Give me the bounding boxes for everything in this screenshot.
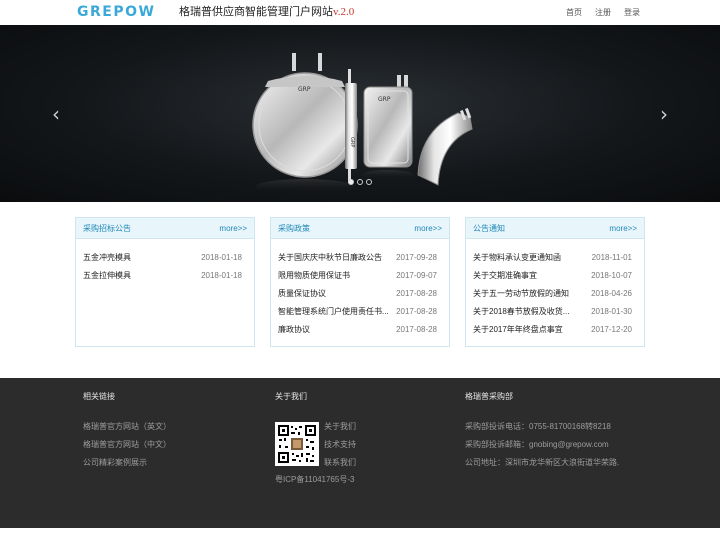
qr-code-icon: [275, 422, 319, 466]
list-item[interactable]: 智能管理系统门户使用责任书... 2017-08-28: [278, 303, 437, 321]
list-item[interactable]: 限用物质使用保证书 2017-09-07: [278, 267, 437, 285]
panel-title: 公告通知: [473, 224, 505, 233]
panel-title: 采购政策: [278, 224, 310, 233]
item-title[interactable]: 关于五一劳动节放假的通知: [473, 289, 569, 299]
footer-about-heading: 关于我们: [275, 392, 307, 401]
footer-link-cases[interactable]: 公司精彩案例展示: [83, 458, 147, 468]
list-item[interactable]: 廉政协议 2017-08-28: [278, 321, 437, 339]
item-title[interactable]: 关于2018春节放假及收货...: [473, 307, 569, 317]
panel-title: 采购招标公告: [83, 224, 131, 233]
more-link[interactable]: more>>: [609, 224, 637, 234]
list-item[interactable]: 关于五一劳动节放假的通知 2018-04-26: [473, 285, 632, 303]
panel-procurement-tenders: 采购招标公告 more>> 五金冲壳模具 2018-01-18 五金拉伸模具 2…: [75, 217, 255, 347]
item-date: 2017-08-28: [396, 307, 437, 316]
item-date: 2018-01-30: [591, 307, 632, 316]
item-title[interactable]: 质量保证协议: [278, 289, 326, 299]
panel-list: 关于物料承认变更通知函 2018-11-01 关于交期准确事宜 2018-10-…: [473, 249, 632, 339]
flat-battery-shape: GRP: [345, 69, 357, 183]
footer-contact-link[interactable]: 联系我们: [324, 458, 356, 468]
battery-label-3: GRP: [378, 96, 391, 103]
item-date: 2018-01-18: [201, 271, 242, 280]
footer-link-official-en[interactable]: 格瑞普官方网站（英文）: [83, 422, 171, 432]
curved-battery-shape: [417, 107, 473, 186]
more-link[interactable]: more>>: [414, 224, 442, 234]
carousel-dot[interactable]: [366, 179, 372, 185]
item-title[interactable]: 智能管理系统门户使用责任书...: [278, 307, 389, 317]
item-date: 2018-11-01: [591, 253, 632, 262]
footer-links-heading: 相关链接: [83, 392, 115, 401]
list-item[interactable]: 五金冲壳模具 2018-01-18: [83, 249, 242, 267]
site-footer: 相关链接 格瑞普官方网站（英文） 格瑞普官方网站（中文） 公司精彩案例展示 关于…: [0, 378, 720, 528]
item-title[interactable]: 关于交期准确事宜: [473, 271, 537, 281]
panel-header: 采购政策 more>>: [271, 218, 449, 239]
item-title[interactable]: 五金拉伸模具: [83, 271, 131, 281]
list-item[interactable]: 关于国庆庆中秋节日廉政公告 2017-09-28: [278, 249, 437, 267]
list-item[interactable]: 关于交期准确事宜 2018-10-07: [473, 267, 632, 285]
footer-support-link[interactable]: 技术支持: [324, 440, 356, 450]
item-title[interactable]: 廉政协议: [278, 325, 310, 335]
nav-register-link[interactable]: 注册: [595, 8, 611, 18]
list-item[interactable]: 关于2018春节放假及收货... 2018-01-30: [473, 303, 632, 321]
battery-product-image: GRP GRP GRP: [252, 53, 473, 195]
item-date: 2017-08-28: [396, 289, 437, 298]
list-item[interactable]: 关于物料承认变更通知函 2018-11-01: [473, 249, 632, 267]
panel-list: 关于国庆庆中秋节日廉政公告 2017-09-28 限用物质使用保证书 2017-…: [278, 249, 437, 339]
item-date: 2017-08-28: [396, 325, 437, 334]
item-title[interactable]: 五金冲壳模具: [83, 253, 131, 263]
item-date: 2018-04-26: [591, 289, 632, 298]
list-item[interactable]: 质量保证协议 2017-08-28: [278, 285, 437, 303]
footer-dept-heading: 格瑞普采购部: [465, 392, 513, 401]
footer-address: 公司地址：深圳市龙华新区大浪街道华荣路.: [465, 458, 620, 467]
top-nav: 首页 注册 登录: [0, 8, 720, 18]
panel-list: 五金冲壳模具 2018-01-18 五金拉伸模具 2018-01-18: [83, 249, 242, 285]
square-battery-shape: [363, 75, 413, 168]
footer-about-link[interactable]: 关于我们: [324, 422, 356, 432]
footer-icp[interactable]: 粤ICP备11041765号-3: [275, 475, 354, 485]
list-item[interactable]: 关于2017年年终盘点事宜 2017-12-20: [473, 321, 632, 339]
battery-label-2: GRP: [349, 137, 355, 147]
item-date: 2017-09-28: [396, 253, 437, 262]
item-title[interactable]: 关于物料承认变更通知函: [473, 253, 561, 263]
hero-banner: GRP GRP GRP ‹ ›: [0, 25, 720, 202]
item-date: 2017-09-07: [396, 271, 437, 280]
carousel-dots: [348, 179, 372, 185]
item-title[interactable]: 关于2017年年终盘点事宜: [473, 325, 563, 335]
nav-home-link[interactable]: 首页: [566, 8, 582, 18]
round-battery-shape: [252, 53, 358, 178]
panel-header: 采购招标公告 more>>: [76, 218, 254, 239]
chevron-left-icon[interactable]: ‹: [48, 103, 64, 125]
more-link[interactable]: more>>: [219, 224, 247, 234]
battery-label-1: GRP: [298, 86, 311, 93]
carousel-dot[interactable]: [348, 179, 354, 185]
item-date: 2018-10-07: [591, 271, 632, 280]
carousel-dot[interactable]: [357, 179, 363, 185]
panel-procurement-policy: 采购政策 more>> 关于国庆庆中秋节日廉政公告 2017-09-28 限用物…: [270, 217, 450, 347]
item-date: 2018-01-18: [201, 253, 242, 262]
nav-login-link[interactable]: 登录: [624, 8, 640, 18]
chevron-right-icon[interactable]: ›: [656, 103, 672, 125]
footer-complaint-email: 采购部投诉邮箱：gnobing@grepow.com: [465, 440, 609, 449]
footer-complaint-phone: 采购部投诉电话：0755-81700168转8218: [465, 422, 611, 431]
panel-header: 公告通知 more>>: [466, 218, 644, 239]
item-title[interactable]: 关于国庆庆中秋节日廉政公告: [278, 253, 382, 263]
list-item[interactable]: 五金拉伸模具 2018-01-18: [83, 267, 242, 285]
item-title[interactable]: 限用物质使用保证书: [278, 271, 350, 281]
footer-link-official-cn[interactable]: 格瑞普官方网站（中文）: [83, 440, 171, 450]
item-date: 2017-12-20: [591, 325, 632, 334]
site-header: GREPOW 格瑞普供应商智能管理门户网站v.2.0 首页 注册 登录: [0, 0, 720, 25]
panel-announcements: 公告通知 more>> 关于物料承认变更通知函 2018-11-01 关于交期准…: [465, 217, 645, 347]
